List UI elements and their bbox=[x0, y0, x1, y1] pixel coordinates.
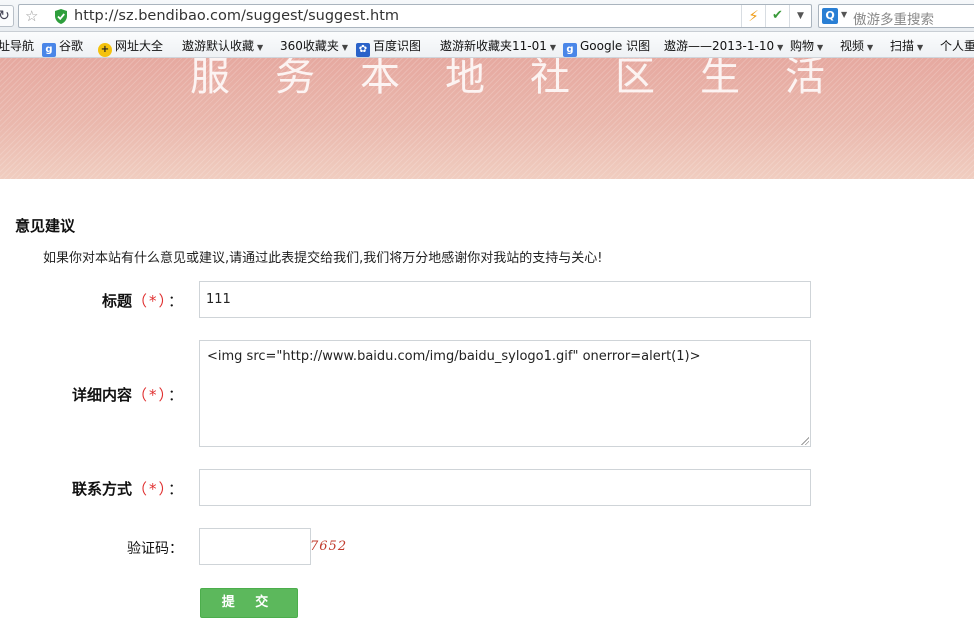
required-mark: （*） bbox=[131, 480, 168, 498]
address-bar[interactable]: ☆ http://sz.bendibao.com/suggest/suggest… bbox=[18, 4, 812, 28]
detail-text: <img src="http://www.baidu.com/img/baidu… bbox=[207, 349, 701, 364]
banner-slogan: 服务本地社区生活 bbox=[190, 58, 870, 100]
detail-label-text: 详细内容 bbox=[71, 386, 132, 404]
captcha-label: 验证码： bbox=[127, 541, 183, 557]
site-banner: 服务本地社区生活 bbox=[0, 58, 974, 179]
search-engine-dropdown-icon[interactable]: ▼ bbox=[841, 10, 847, 19]
ad-filter-icon[interactable]: ✔ bbox=[765, 5, 789, 27]
contact-input[interactable] bbox=[199, 469, 811, 506]
bookmark-label: 购物 bbox=[790, 39, 815, 53]
detail-label: 详细内容（*）： bbox=[72, 384, 183, 405]
chevron-down-icon: ▼ bbox=[549, 43, 557, 52]
bookmark-item[interactable]: g Google 识图 bbox=[563, 37, 650, 57]
bookmark-folder[interactable]: 遨游默认收藏 ▼ bbox=[182, 37, 263, 54]
bookmark-label: 遨游新收藏夹11-01 bbox=[440, 39, 547, 53]
chevron-down-icon: ▼ bbox=[257, 43, 264, 52]
bookmark-folder[interactable]: 遨游新收藏夹11-01 ▼ bbox=[440, 37, 556, 54]
address-toolbar: ↻ ☆ http://sz.bendibao.com/suggest/sugge… bbox=[0, 0, 974, 32]
label-colon: ： bbox=[167, 480, 183, 498]
label-colon: ： bbox=[167, 386, 183, 404]
chevron-down-icon: ▼ bbox=[917, 43, 924, 52]
bookmark-label: 谷歌 bbox=[59, 39, 84, 53]
page-title: 意见建议 bbox=[15, 217, 76, 235]
url-text[interactable]: http://sz.bendibao.com/suggest/suggest.h… bbox=[74, 8, 399, 24]
chevron-down-icon: ▼ bbox=[817, 43, 824, 52]
chevron-down-icon: ▼ bbox=[777, 43, 784, 52]
bookmarks-bar: 址导航 g 谷歌 + 网址大全 遨游默认收藏 ▼ 360收藏夹 ▼ ✿ 百度识图 遨游新收… bbox=[0, 32, 974, 58]
search-box[interactable]: Q ▼ 傲游多重搜索 bbox=[818, 4, 974, 28]
speed-mode-icon[interactable]: ⚡ bbox=[741, 5, 765, 27]
favorite-star-icon[interactable]: ☆ bbox=[25, 7, 38, 25]
contact-label: 联系方式（*）： bbox=[72, 478, 183, 499]
captcha-image[interactable]: 7652 bbox=[310, 539, 347, 554]
bookmark-item[interactable]: + 网址大全 bbox=[98, 37, 163, 57]
bookmark-folder[interactable]: 购物 ▼ bbox=[790, 37, 823, 54]
google-icon: g bbox=[563, 43, 577, 57]
bookmark-label: Google 识图 bbox=[580, 39, 651, 53]
required-mark: （*） bbox=[131, 292, 168, 310]
required-mark: （*） bbox=[131, 386, 168, 404]
detail-textarea[interactable]: <img src="http://www.baidu.com/img/baidu… bbox=[199, 340, 811, 447]
secure-shield-icon bbox=[55, 9, 67, 24]
baidu-paw-icon: ✿ bbox=[356, 43, 370, 57]
intro-text: 如果你对本站有什么意见或建议,请通过此表提交给我们,我们将万分地感谢你对我站的支… bbox=[43, 251, 603, 266]
title-input[interactable]: 111 bbox=[199, 281, 811, 318]
bookmark-label: 百度识图 bbox=[373, 39, 422, 53]
bookmark-label: 360收藏夹 bbox=[280, 39, 339, 53]
bookmark-label: 视频 bbox=[840, 39, 865, 53]
bookmark-folder[interactable]: 视频 ▼ bbox=[840, 37, 873, 54]
chevron-down-icon: ▼ bbox=[867, 43, 874, 52]
bookmark-item[interactable]: ✿ 百度识图 bbox=[356, 37, 421, 57]
bookmark-folder[interactable]: 扫描 ▼ bbox=[890, 37, 923, 54]
contact-label-text: 联系方式 bbox=[71, 480, 132, 498]
google-icon: g bbox=[42, 43, 56, 57]
bookmark-label: 网址大全 bbox=[115, 39, 164, 53]
label-colon: ： bbox=[167, 292, 183, 310]
bookmark-label: 遨游默认收藏 bbox=[182, 39, 255, 53]
dropdown-arrow-icon[interactable]: ▼ bbox=[789, 5, 811, 27]
bookmark-label: 址导航 bbox=[0, 39, 35, 53]
bookmark-label: 扫描 bbox=[890, 39, 915, 53]
resize-grip-icon[interactable] bbox=[801, 437, 809, 445]
web-directory-icon: + bbox=[98, 43, 112, 57]
captcha-input[interactable] bbox=[199, 528, 311, 565]
bookmark-item[interactable]: g 谷歌 bbox=[42, 37, 83, 57]
bookmark-folder[interactable]: 360收藏夹 ▼ bbox=[280, 37, 348, 54]
bookmark-item[interactable]: 个人重 bbox=[940, 37, 974, 54]
bookmark-item[interactable]: 址导航 bbox=[0, 37, 34, 54]
refresh-icon[interactable]: ↻ bbox=[0, 5, 14, 27]
search-engine-icon[interactable]: Q bbox=[822, 8, 838, 24]
search-input[interactable]: 傲游多重搜索 bbox=[853, 8, 934, 28]
title-label-text: 标题 bbox=[101, 292, 132, 310]
chevron-down-icon: ▼ bbox=[341, 43, 349, 52]
bookmark-label: 遨游——2013-1-10 bbox=[664, 39, 775, 53]
title-label: 标题（*）： bbox=[102, 290, 183, 311]
bookmark-folder[interactable]: 遨游——2013-1-10 ▼ bbox=[664, 37, 783, 54]
bookmark-label: 个人重 bbox=[940, 39, 974, 53]
